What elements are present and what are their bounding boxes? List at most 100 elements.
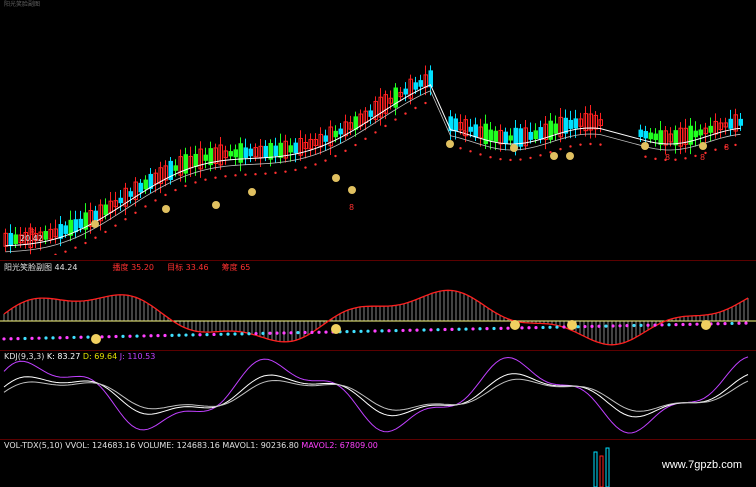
candle-down (738, 118, 743, 126)
ma-dot-red (344, 149, 347, 153)
dot-series (660, 323, 664, 327)
dot-series (352, 329, 356, 334)
dot-series (667, 323, 671, 327)
dot-series (730, 321, 734, 326)
candle-down (533, 130, 538, 140)
ma-dot-red (114, 224, 117, 227)
candle-down (468, 126, 473, 132)
ma-dot-red (694, 154, 697, 158)
money-bag-icon (212, 201, 220, 209)
ma-dot-red (234, 174, 237, 177)
candle-down (273, 145, 278, 157)
sun-smiley-icon (567, 320, 577, 330)
ma-dot-red (84, 241, 87, 245)
ma-dot-red (254, 172, 257, 176)
candle-down (528, 131, 533, 140)
dot-series (639, 323, 643, 327)
ma-dot-red (414, 106, 417, 110)
dot-series (534, 325, 538, 330)
dot-series (373, 329, 377, 333)
volume-panel[interactable]: VOL-TDX(5,10) VVOL: 124683.16 VOLUME: 12… (0, 440, 756, 487)
dot-series (184, 333, 188, 337)
ma-dot-red (204, 178, 207, 181)
dot-series (520, 326, 524, 330)
dot-series (289, 331, 293, 335)
sunshine-indicator-panel[interactable]: 阳光笑脸副图 44.24 播度 35.20 目标 33.46 筹度 65 (0, 261, 756, 350)
candle-down (138, 182, 143, 193)
dot-series (128, 334, 132, 338)
money-bag-icon (641, 142, 649, 150)
candle-down (403, 88, 408, 95)
dot-series (170, 333, 174, 337)
dot-series (86, 335, 90, 339)
ma-dot-red (214, 176, 217, 179)
dot-series (604, 324, 608, 328)
candle-down (43, 230, 48, 240)
dot-series (422, 328, 426, 332)
ma-dot-red (714, 148, 717, 151)
dot-series (366, 329, 370, 333)
ma-dot-red (164, 193, 167, 197)
dot-series (429, 328, 433, 332)
candle-down (573, 118, 578, 129)
ma-dot-red (54, 253, 57, 255)
candle-down (233, 149, 238, 158)
candle-down (658, 130, 663, 145)
dot-series (268, 331, 272, 335)
ma-dot-red (174, 188, 177, 192)
candle-down (728, 118, 733, 129)
sun-smiley-icon (510, 320, 520, 330)
dot-series (345, 330, 349, 334)
dot-series (114, 334, 118, 339)
ma-dot-red (384, 124, 387, 128)
kdj-panel[interactable]: KDJ(9,3,3) K: 83.27 D: 69.64 J: 110.53 (0, 351, 756, 439)
candle-down (353, 116, 358, 130)
dot-series (65, 335, 69, 340)
dot-series (541, 325, 545, 330)
candle-down (708, 125, 713, 133)
ma-dot-red (489, 156, 492, 159)
dot-series (9, 337, 13, 341)
ma-dot-red (479, 153, 482, 156)
kdj-k-line (3, 373, 749, 418)
dot-series (408, 328, 412, 332)
top-title: 阳光笑脸副图 (4, 1, 41, 8)
dot-series (464, 327, 468, 331)
ma-dot-red (579, 143, 582, 146)
ma-dot-red (459, 147, 462, 150)
ma-dot-red (324, 159, 327, 162)
candle-down (58, 224, 63, 239)
ma-dot-red (654, 157, 657, 161)
ma-dot-red (589, 142, 592, 146)
ma-dot-red (184, 184, 187, 188)
candle-down (93, 210, 98, 221)
dot-series (135, 334, 139, 338)
watermark: www.7gpzb.com (655, 457, 748, 473)
kdj-plot (3, 356, 749, 434)
candle-down (368, 110, 373, 117)
dot-series (163, 333, 167, 338)
candle-down (203, 154, 208, 161)
candle-down (488, 129, 493, 141)
main-price-chart[interactable]: 888888 20.42 阳光笑脸副图 (0, 0, 756, 255)
buy-marker-icon: 8 (665, 153, 670, 162)
candle-down (503, 131, 508, 144)
dot-series (240, 332, 244, 336)
ma-dot-red (134, 211, 137, 214)
dot-series (317, 330, 321, 334)
ma-line-white (5, 84, 741, 247)
candle-down (128, 191, 133, 197)
dot-series (191, 333, 195, 337)
candle-down (413, 82, 418, 90)
ma-dot-red (394, 118, 397, 121)
ma-dot-red (674, 158, 677, 161)
ma-dot-red (244, 173, 247, 176)
buy-marker-icon: 8 (724, 143, 729, 152)
dot-series (16, 337, 20, 341)
dot-series (44, 336, 48, 340)
volume-plot (593, 447, 610, 487)
candle-down (673, 130, 678, 146)
ma-dot-red (224, 175, 227, 178)
ma-dot-red (509, 158, 512, 162)
ma-dot-red (469, 150, 472, 153)
